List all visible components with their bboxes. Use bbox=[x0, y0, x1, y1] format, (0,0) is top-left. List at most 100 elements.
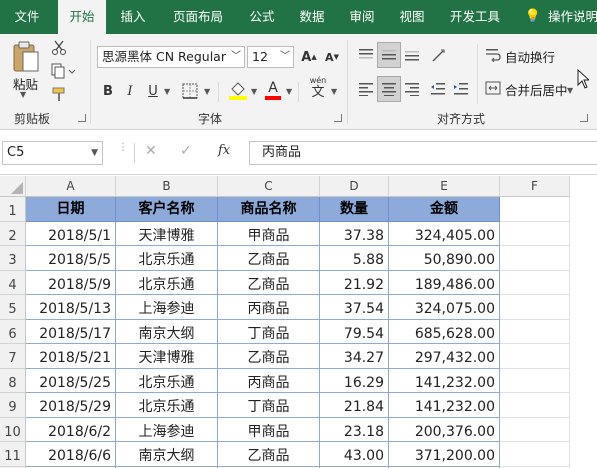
table-cell[interactable]: 丙商品 bbox=[218, 368, 320, 393]
font-size-select[interactable]: 12 ﹀ bbox=[247, 46, 294, 68]
table-cell[interactable]: 南京大纲 bbox=[116, 319, 218, 344]
table-cell[interactable]: 北京乐通 bbox=[116, 270, 218, 295]
orientation-icon[interactable] bbox=[427, 44, 453, 66]
align-right-icon[interactable] bbox=[401, 78, 423, 100]
empty-cell[interactable] bbox=[500, 368, 570, 393]
bold-button[interactable]: B bbox=[98, 81, 118, 101]
align-bottom-icon[interactable] bbox=[401, 44, 423, 66]
table-cell[interactable]: 2018/5/17 bbox=[26, 319, 116, 344]
table-cell[interactable]: 21.84 bbox=[320, 393, 389, 418]
paste-icon[interactable] bbox=[10, 40, 42, 74]
worksheet-grid[interactable]: A B C D E F 1 2 3 4 5 6 7 8 9 10 11 日期 客户名称 商品名称 数量 金额 2018/5/… bbox=[0, 176, 597, 468]
tell-me-search[interactable]: 操作说明 bbox=[548, 0, 597, 34]
empty-cell[interactable] bbox=[500, 197, 570, 222]
table-cell[interactable]: 北京乐通 bbox=[116, 393, 218, 418]
table-cell[interactable]: 2018/5/25 bbox=[26, 368, 116, 393]
table-cell[interactable]: 丁商品 bbox=[218, 319, 320, 344]
cut-icon[interactable] bbox=[48, 38, 70, 58]
table-cell[interactable]: 324,405.00 bbox=[389, 221, 500, 246]
tab-developer[interactable]: 开发工具 bbox=[440, 0, 510, 34]
underline-dropdown-icon[interactable]: ▼ bbox=[164, 87, 170, 96]
column-header-e[interactable]: E bbox=[389, 176, 500, 197]
formula-input[interactable]: 丙商品 bbox=[249, 141, 597, 165]
clipboard-launcher-icon[interactable] bbox=[78, 114, 86, 122]
table-cell[interactable]: 37.38 bbox=[320, 221, 389, 246]
fill-color-icon[interactable] bbox=[226, 78, 250, 102]
column-header-a[interactable]: A bbox=[26, 176, 116, 197]
tab-home[interactable]: 开始 bbox=[58, 0, 106, 34]
table-cell[interactable]: 189,486.00 bbox=[389, 270, 500, 295]
table-cell[interactable]: 乙商品 bbox=[218, 246, 320, 271]
row-header-6[interactable]: 6 bbox=[0, 319, 26, 344]
table-cell[interactable]: 79.54 bbox=[320, 319, 389, 344]
table-cell[interactable]: 南京大纲 bbox=[116, 442, 218, 467]
table-cell[interactable]: 685,628.00 bbox=[389, 319, 500, 344]
row-header-8[interactable]: 8 bbox=[0, 368, 26, 393]
table-cell[interactable]: 乙商品 bbox=[218, 442, 320, 467]
decrease-font-icon[interactable]: A ▼ bbox=[321, 46, 343, 68]
phonetic-dropdown-icon[interactable]: ▼ bbox=[331, 87, 337, 96]
empty-cell[interactable] bbox=[500, 344, 570, 369]
row-header-3[interactable]: 3 bbox=[0, 246, 26, 271]
select-all-corner[interactable] bbox=[0, 176, 26, 197]
empty-cell[interactable] bbox=[500, 417, 570, 442]
tab-review[interactable]: 审阅 bbox=[340, 0, 384, 34]
fill-color-dropdown-icon[interactable]: ▼ bbox=[251, 87, 257, 96]
row-header-11[interactable]: 11 bbox=[0, 442, 26, 467]
borders-dropdown-icon[interactable]: ▼ bbox=[204, 87, 210, 96]
table-cell[interactable]: 丙商品 bbox=[218, 295, 320, 320]
underline-button[interactable]: U bbox=[143, 81, 163, 101]
table-cell[interactable]: 甲商品 bbox=[218, 221, 320, 246]
row-header-9[interactable]: 9 bbox=[0, 393, 26, 418]
row-header-7[interactable]: 7 bbox=[0, 344, 26, 369]
merge-center-button[interactable]: 合并后居中 bbox=[505, 80, 568, 99]
column-header-c[interactable]: C bbox=[218, 176, 320, 197]
table-cell[interactable]: 丁商品 bbox=[218, 393, 320, 418]
table-cell[interactable]: 上海参迪 bbox=[116, 295, 218, 320]
column-header-f[interactable]: F bbox=[500, 176, 570, 197]
increase-font-icon[interactable]: A ▲ bbox=[298, 46, 320, 68]
table-cell[interactable]: 34.27 bbox=[320, 344, 389, 369]
tab-formulas[interactable]: 公式 bbox=[240, 0, 284, 34]
align-top-icon[interactable] bbox=[355, 44, 377, 66]
table-header-cell[interactable]: 商品名称 bbox=[218, 197, 320, 222]
copy-icon[interactable] bbox=[48, 61, 78, 81]
align-center-icon[interactable] bbox=[377, 76, 401, 102]
row-header-4[interactable]: 4 bbox=[0, 270, 26, 295]
table-header-cell[interactable]: 金额 bbox=[389, 197, 500, 222]
table-cell[interactable]: 200,376.00 bbox=[389, 417, 500, 442]
font-name-select[interactable]: 思源黑体 CN Regular ﹀ bbox=[97, 46, 245, 68]
row-header-5[interactable]: 5 bbox=[0, 295, 26, 320]
wrap-text-icon[interactable] bbox=[484, 45, 502, 65]
empty-cell[interactable] bbox=[500, 270, 570, 295]
font-color-icon[interactable]: A bbox=[262, 78, 284, 102]
column-header-d[interactable]: D bbox=[320, 176, 389, 197]
merge-dropdown-icon[interactable]: ▼ bbox=[567, 86, 573, 95]
table-cell[interactable]: 2018/5/13 bbox=[26, 295, 116, 320]
tab-page-layout[interactable]: 页面布局 bbox=[162, 0, 234, 34]
table-cell[interactable]: 2018/5/29 bbox=[26, 393, 116, 418]
phonetic-wen-icon[interactable]: wén 文 bbox=[306, 76, 330, 102]
font-launcher-icon[interactable] bbox=[334, 114, 342, 122]
table-cell[interactable]: 天津博雅 bbox=[116, 221, 218, 246]
table-header-cell[interactable]: 数量 bbox=[320, 197, 389, 222]
lightbulb-icon[interactable]: 💡 bbox=[522, 0, 544, 34]
table-cell[interactable]: 2018/5/9 bbox=[26, 270, 116, 295]
empty-cell[interactable] bbox=[500, 246, 570, 271]
table-cell[interactable]: 371,200.00 bbox=[389, 442, 500, 467]
tab-insert[interactable]: 插入 bbox=[110, 0, 156, 34]
empty-cell[interactable] bbox=[500, 295, 570, 320]
format-painter-icon[interactable] bbox=[48, 84, 70, 104]
borders-icon[interactable] bbox=[178, 80, 202, 102]
row-header-10[interactable]: 10 bbox=[0, 417, 26, 442]
empty-cell[interactable] bbox=[500, 393, 570, 418]
table-cell[interactable]: 2018/5/5 bbox=[26, 246, 116, 271]
table-cell[interactable]: 北京乐通 bbox=[116, 368, 218, 393]
table-cell[interactable]: 37.54 bbox=[320, 295, 389, 320]
font-color-dropdown-icon[interactable]: ▼ bbox=[286, 87, 292, 96]
table-cell[interactable]: 2018/5/21 bbox=[26, 344, 116, 369]
row-header-2[interactable]: 2 bbox=[0, 221, 26, 246]
decrease-indent-icon[interactable] bbox=[427, 78, 449, 100]
italic-button[interactable]: I bbox=[120, 81, 140, 101]
wrap-text-button[interactable]: 自动换行 bbox=[505, 47, 555, 66]
